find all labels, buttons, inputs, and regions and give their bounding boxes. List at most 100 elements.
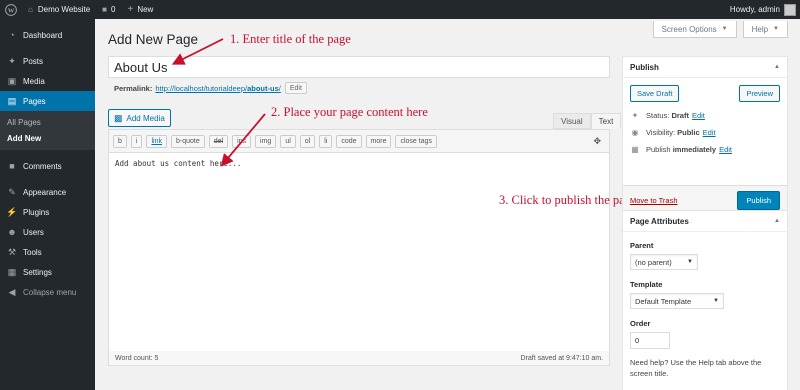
page-attributes-header[interactable]: Page Attributes ▲ [623,211,787,232]
permalink-slug: about-us [247,83,279,93]
distraction-free-icon[interactable]: ✥ [593,136,601,147]
submenu-item-all-pages[interactable]: All Pages [0,114,95,130]
wordpress-logo-icon[interactable]: W [0,0,22,19]
caret-down-icon: ▼ [721,26,728,32]
content-textarea[interactable]: Add about us content here... [109,153,609,174]
eye-icon: ◉ [631,128,639,137]
template-select-value: Default Template [635,296,692,306]
page-attributes-box: Page Attributes ▲ Parent (no parent) ▼ T… [622,210,788,390]
avatar [784,3,796,16]
publish-button[interactable]: Publish [737,191,780,210]
sidebar-item-label: Comments [23,161,62,171]
tab-text[interactable]: Text [590,113,622,129]
sidebar-item-dashboard[interactable]: ◔ Dashboard [0,25,95,45]
publish-box: Publish ▲ Save Draft Preview ✦ Status: D… [622,56,788,216]
tab-visual[interactable]: Visual [553,113,591,129]
sidebar-item-plugins[interactable]: ⚡ Plugins [0,202,95,222]
publish-box-header[interactable]: Publish ▲ [623,57,787,78]
sidebar-item-label: Tools [23,247,42,257]
site-name: Demo Website [37,5,91,14]
plus-icon: + [127,4,134,15]
screen-options-label: Screen Options [661,24,717,34]
quicktag-img-button[interactable]: img [255,134,277,148]
comments-count: 0 [111,5,116,14]
draft-saved-status: Draft saved at 9:47:10 am. [520,354,604,362]
permalink-suffix: / [278,83,281,93]
quicktag-italic-button[interactable]: i [130,134,143,148]
sidebar-item-label: Media [23,76,45,86]
quicktag-ins-button[interactable]: ins [232,134,252,148]
quicktag-close-tags-button[interactable]: close tags [395,134,438,148]
sidebar-item-posts[interactable]: ✦ Posts [0,51,95,71]
sidebar-item-collapse[interactable]: ◀ Collapse menu [0,282,95,302]
sidebar-item-tools[interactable]: ⚒ Tools [0,242,95,262]
quicktag-li-button[interactable]: li [319,134,333,148]
pin-icon: ✦ [631,111,639,120]
sidebar-item-label: Collapse menu [23,287,77,297]
pages-icon: ▤ [7,95,17,106]
save-draft-button[interactable]: Save Draft [630,85,680,102]
permalink-row: Permalink: http://localhost/tutorialdeep… [114,82,307,94]
page-attributes-help: Need help? Use the Help tab above the sc… [630,358,762,378]
template-select[interactable]: Default Template ▼ [630,293,724,309]
status-value: Draft [671,111,689,120]
permalink-edit-button[interactable]: Edit [284,82,307,94]
home-icon: ⌂ [28,5,33,14]
edit-status-link[interactable]: Edit [692,111,705,120]
triangle-up-icon[interactable]: ▲ [774,218,780,224]
admin-bar: W ⌂ Demo Website ■ 0 + New Howdy, admin [0,0,800,19]
chevron-down-icon: ▼ [687,259,693,265]
quicktags-toolbar: b i link b-quote del ins img ul ol li co… [109,130,609,153]
post-title-input[interactable]: About Us [108,56,610,78]
sidebar-item-pages[interactable]: ▤ Pages [0,91,95,111]
triangle-up-icon[interactable]: ▲ [774,64,780,70]
comments-icon: ■ [9,161,15,171]
preview-button[interactable]: Preview [739,85,780,102]
comments-link[interactable]: ■ 0 [96,0,121,19]
edit-publish-time-link[interactable]: Edit [719,145,732,154]
quicktag-ul-button[interactable]: ul [280,134,296,148]
quicktag-del-button[interactable]: del [208,134,229,148]
submenu-item-add-new[interactable]: Add New [0,130,95,146]
account-menu[interactable]: Howdy, admin [724,0,800,19]
sidebar-item-comments[interactable]: ■ Comments [0,156,95,176]
quicktag-bold-button[interactable]: b [113,134,127,148]
publish-time-row: ▦ Publish immediately Edit [623,141,787,158]
new-content-link[interactable]: + New [121,0,159,19]
brush-icon: ✎ [8,186,16,197]
annotation-step3: 3. Click to publish the page [499,193,637,207]
site-name-link[interactable]: ⌂ Demo Website [22,0,96,19]
editor-status-bar: Word count: 5 Draft saved at 9:47:10 am. [108,351,610,366]
page-title: Add New Page [108,32,199,47]
quicktag-link-button[interactable]: link [146,134,167,148]
sidebar-item-label: Dashboard [23,30,63,40]
media-icon: ▣ [7,75,17,86]
sidebar-item-settings[interactable]: ▦ Settings [0,262,95,282]
quicktag-ol-button[interactable]: ol [299,134,316,148]
annotation-step1: 1. Enter title of the page [230,32,351,46]
help-button[interactable]: Help ▼ [742,21,788,38]
permalink-link[interactable]: http://localhost/tutorialdeep/about-us/ [155,84,281,93]
add-media-label: Add Media [126,113,165,123]
sidebar-item-media[interactable]: ▣ Media [0,71,95,91]
order-input[interactable]: 0 [630,332,670,349]
visibility-row: ◉ Visibility: Public Edit [623,124,787,141]
screen-options-button[interactable]: Screen Options ▼ [652,21,737,38]
wrench-icon: ⚒ [7,246,17,257]
content-editor: b i link b-quote del ins img ul ol li co… [108,129,610,364]
quicktag-more-button[interactable]: more [365,134,392,148]
status-row: ✦ Status: Draft Edit [623,107,787,124]
sidebar-item-users[interactable]: ☻ Users [0,222,95,242]
sidebar-item-appearance[interactable]: ✎ Appearance [0,182,95,202]
move-to-trash-link[interactable]: Move to Trash [630,196,678,205]
quicktag-blockquote-button[interactable]: b-quote [170,134,205,148]
add-media-button[interactable]: ▩ Add Media [108,109,171,127]
sidebar-item-label: Appearance [23,187,67,197]
plugin-icon: ⚡ [6,206,18,217]
sidebar-item-label: Pages [23,96,46,106]
edit-visibility-link[interactable]: Edit [703,128,716,137]
parent-select[interactable]: (no parent) ▼ [630,254,698,270]
comment-bubble-icon: ■ [102,5,108,14]
caret-down-icon: ▼ [773,26,779,32]
quicktag-code-button[interactable]: code [336,134,362,148]
